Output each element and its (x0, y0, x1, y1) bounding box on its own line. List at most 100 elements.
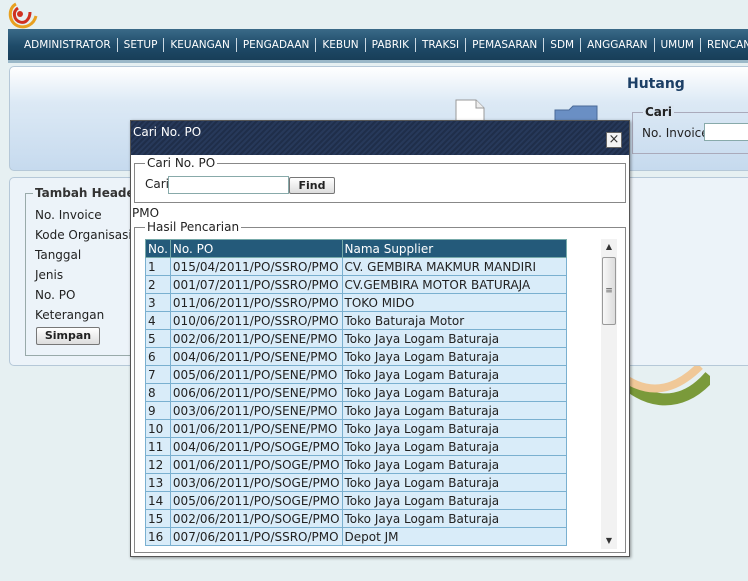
column-header-supplier: Nama Supplier (341, 239, 567, 258)
form-legend: Tambah Header (33, 186, 143, 200)
menu-traksi[interactable]: TRAKSI (416, 37, 467, 52)
dialog-search-legend: Cari No. PO (145, 156, 218, 170)
cell-supplier: Toko Jaya Logam Baturaja (341, 473, 567, 492)
cell-supplier: Toko Jaya Logam Baturaja (341, 491, 567, 510)
cell-supplier: Toko Jaya Logam Baturaja (341, 365, 567, 384)
cell-no-po: 001/06/2011/PO/SOGE/PMO (169, 455, 343, 474)
cell-no-po: 002/06/2011/PO/SENE/PMO (169, 329, 343, 348)
cell-no-po: 005/06/2011/PO/SOGE/PMO (169, 491, 343, 510)
table-row[interactable]: 8 006/06/2011/PO/SENE/PMO Toko Jaya Logam … (145, 383, 567, 402)
scroll-thumb[interactable]: ≡ (602, 257, 616, 325)
table-row[interactable]: 2 001/07/2011/PO/SSRO/PMO CV.GEMBIRA MOTOR… (145, 275, 567, 294)
cell-no: 7 (145, 365, 171, 384)
invoice-search-input[interactable] (704, 123, 748, 141)
search-po-dialog: Cari No. PO × Cari No. PO Cari Find PMO … (130, 120, 630, 557)
field-label-no-po: No. PO (35, 288, 76, 302)
cell-no: 16 (145, 527, 171, 546)
results-body: 1 015/04/2011/PO/SSRO/PMO CV. GEMBIRA MAKM… (145, 257, 567, 546)
cell-no: 4 (145, 311, 171, 330)
cell-supplier: Toko Jaya Logam Baturaja (341, 347, 567, 366)
table-row[interactable]: 11 004/06/2011/PO/SOGE/PMO Toko Jaya Logam… (145, 437, 567, 456)
menu-pemasaran[interactable]: PEMASARAN (466, 37, 545, 52)
cell-no: 1 (145, 257, 171, 276)
cell-no: 10 (145, 419, 171, 438)
scroll-up-arrow-icon[interactable]: ▲ (601, 239, 617, 255)
cell-no-po: 004/06/2011/PO/SENE/PMO (169, 347, 343, 366)
menu-pengadaan[interactable]: PENGADAAN (237, 37, 317, 52)
cell-no-po: 002/06/2011/PO/SOGE/PMO (169, 509, 343, 528)
table-row[interactable]: 4 010/06/2011/PO/SSRO/PMO Toko Baturaja Mo… (145, 311, 567, 330)
menu-keuangan[interactable]: KEUANGAN (164, 37, 237, 52)
dialog-title: Cari No. PO (133, 125, 202, 139)
cari-input[interactable] (168, 176, 289, 194)
cell-supplier: Toko Jaya Logam Baturaja (341, 455, 567, 474)
dialog-title-bar[interactable] (131, 121, 629, 155)
menu-pabrik[interactable]: PABRIK (366, 37, 416, 52)
table-row[interactable]: 10 001/06/2011/PO/SENE/PMO Toko Jaya Logam… (145, 419, 567, 438)
cell-no-po: 010/06/2011/PO/SSRO/PMO (169, 311, 343, 330)
cell-no: 13 (145, 473, 171, 492)
table-header-row: No. No. PO Nama Supplier (145, 239, 567, 258)
menu-rencana[interactable]: RENCANA (701, 38, 748, 52)
cell-supplier: Depot JM (341, 527, 567, 546)
field-label-jenis: Jenis (35, 268, 64, 282)
menu-kebun[interactable]: KEBUN (316, 37, 366, 52)
field-label-keterangan: Keterangan (35, 308, 105, 322)
cell-no-po: 005/06/2011/PO/SENE/PMO (169, 365, 343, 384)
results-table: No. No. PO Nama Supplier 1 015/04/2011/PO… (145, 239, 567, 546)
cell-no-po: 003/06/2011/PO/SOGE/PMO (169, 473, 343, 492)
cell-supplier: Toko Jaya Logam Baturaja (341, 419, 567, 438)
find-button[interactable]: Find (289, 177, 335, 194)
cell-no: 11 (145, 437, 171, 456)
table-row[interactable]: 9 003/06/2011/PO/SENE/PMO Toko Jaya Logam … (145, 401, 567, 420)
cell-no-po: 007/06/2011/PO/SSRO/PMO (169, 527, 343, 546)
cell-no-po: 015/04/2011/PO/SSRO/PMO (169, 257, 343, 276)
cell-supplier: TOKO MIDO (341, 293, 567, 312)
table-row[interactable]: 12 001/06/2011/PO/SOGE/PMO Toko Jaya Logam… (145, 455, 567, 474)
column-header-no-po: No. PO (169, 239, 343, 258)
table-row[interactable]: 6 004/06/2011/PO/SENE/PMO Toko Jaya Logam … (145, 347, 567, 366)
table-row[interactable]: 16 007/06/2011/PO/SSRO/PMO Depot JM (145, 527, 567, 546)
table-row[interactable]: 1 015/04/2011/PO/SSRO/PMO CV. GEMBIRA MAKM… (145, 257, 567, 276)
cell-no-po: 004/06/2011/PO/SOGE/PMO (169, 437, 343, 456)
main-menu-bar: ADMINISTRATOR SETUP KEUANGAN PENGADAAN K… (8, 29, 748, 63)
results-scrollbar[interactable]: ▲ ≡ ▼ (601, 239, 617, 549)
cell-no: 5 (145, 329, 171, 348)
page-title: Hutang (627, 76, 685, 92)
field-label-tanggal: Tanggal (35, 248, 82, 262)
cell-no: 15 (145, 509, 171, 528)
cell-supplier: Toko Baturaja Motor (341, 311, 567, 330)
cari-label: Cari (145, 177, 169, 191)
cell-no-po: 001/06/2011/PO/SENE/PMO (169, 419, 343, 438)
cell-supplier: Toko Jaya Logam Baturaja (341, 401, 567, 420)
menu-setup[interactable]: SETUP (118, 37, 165, 52)
cell-no: 2 (145, 275, 171, 294)
cell-no-po: 011/06/2011/PO/SSRO/PMO (169, 293, 343, 312)
table-row[interactable]: 13 003/06/2011/PO/SOGE/PMO Toko Jaya Logam… (145, 473, 567, 492)
field-label-no-invoice: No. Invoice (35, 208, 102, 222)
pmo-label: PMO (132, 206, 160, 220)
menu-umum[interactable]: UMUM (655, 37, 701, 52)
table-row[interactable]: 7 005/06/2011/PO/SENE/PMO Toko Jaya Logam … (145, 365, 567, 384)
cell-no: 6 (145, 347, 171, 366)
table-row[interactable]: 14 005/06/2011/PO/SOGE/PMO Toko Jaya Logam… (145, 491, 567, 510)
cell-supplier: Toko Jaya Logam Baturaja (341, 383, 567, 402)
invoice-search-label: No. Invoice (642, 126, 709, 140)
table-row[interactable]: 15 002/06/2011/PO/SOGE/PMO Toko Jaya Logam… (145, 509, 567, 528)
cell-no-po: 001/07/2011/PO/SSRO/PMO (169, 275, 343, 294)
close-icon[interactable]: × (606, 132, 622, 148)
table-row[interactable]: 3 011/06/2011/PO/SSRO/PMO TOKO MIDO (145, 293, 567, 312)
simpan-button[interactable]: Simpan (36, 327, 100, 345)
scroll-down-arrow-icon[interactable]: ▼ (601, 533, 617, 549)
table-row[interactable]: 5 002/06/2011/PO/SENE/PMO Toko Jaya Logam … (145, 329, 567, 348)
cell-no: 8 (145, 383, 171, 402)
cell-supplier: CV. GEMBIRA MAKMUR MANDIRI (341, 257, 567, 276)
menu-administrator[interactable]: ADMINISTRATOR (8, 37, 118, 52)
cell-no: 9 (145, 401, 171, 420)
cell-no: 14 (145, 491, 171, 510)
menu-sdm[interactable]: SDM (544, 37, 582, 52)
column-header-no: No. (145, 239, 171, 258)
cell-no: 12 (145, 455, 171, 474)
menu-anggaran[interactable]: ANGGARAN (581, 37, 655, 52)
company-logo (8, 2, 38, 29)
